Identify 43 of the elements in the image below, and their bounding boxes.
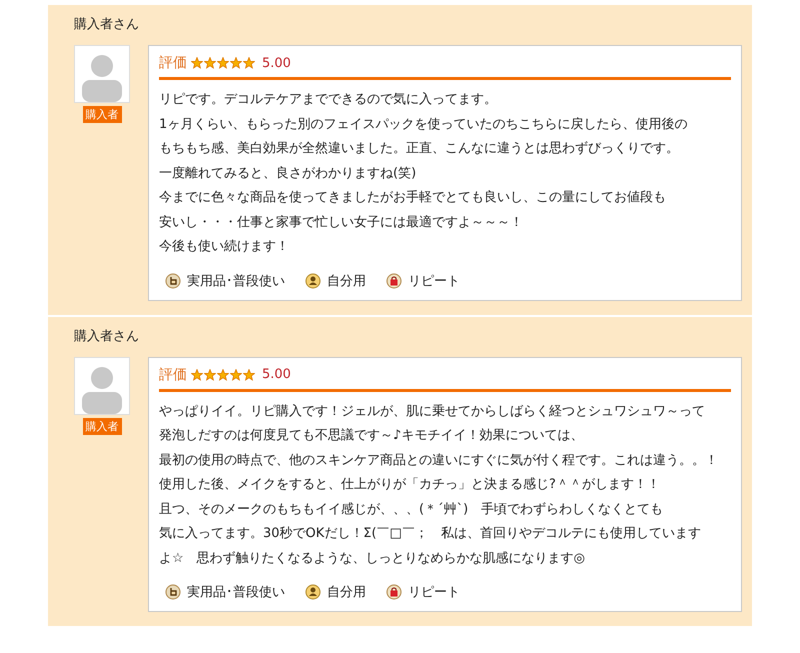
review-text: リピです。デコルテケアまでできるので気に入ってます。 <box>159 91 498 109</box>
star-icon <box>204 368 216 380</box>
person-icon <box>305 584 321 600</box>
review-text: 今までに色々な商品を使ってきましたがお手軽でとても良いし、この量にしてお値段も <box>159 189 667 207</box>
person-icon <box>305 272 321 288</box>
star-icon <box>191 368 203 380</box>
tag-label: リピート <box>408 584 460 601</box>
rating-score: 5.00 <box>262 367 291 382</box>
star-icon <box>243 368 255 380</box>
review-text: 最初の使用の時点で、他のスキンケア商品との違いにすぐに気が付く程です。これは違う。。！ <box>159 452 719 470</box>
tag-label: 自分用 <box>327 584 366 601</box>
buyer-badge: 購入者 <box>82 106 122 123</box>
tag-label: 実用品･普段使い <box>187 584 285 601</box>
review-text: 使用した後、メイクをすると、仕上がりが「カチっ」と決まる感じ?＾＾がします！！ <box>159 476 661 494</box>
review-text: よ☆ 思わず触りたくなるような、しっとりなめらかな肌感になります◎ <box>159 550 586 568</box>
tag-label: リピート <box>408 272 460 290</box>
review-text: 且つ、そのメークのもちもイイ感じが、、、(＊´艸`) 手頃でわずらわしくなくとても <box>159 500 664 518</box>
review-text: 一度離れてみると、良さがわかりますね(笑) <box>159 164 418 182</box>
tag-label: 実用品･普段使い <box>187 272 285 290</box>
review-text: 発泡しだすのは何度見ても不思議です～♪キモチイイ！効果については、 <box>159 427 584 445</box>
review-text: 安いし・・・仕事と家事で忙しい女子には最適ですよ～～～！ <box>159 214 524 232</box>
star-icon <box>217 368 229 380</box>
rating-score: 5.00 <box>262 56 291 70</box>
star-icon <box>230 368 242 380</box>
star-icon <box>217 57 229 69</box>
tag-label: 自分用 <box>327 272 366 290</box>
rating-label: 評価 <box>159 54 187 72</box>
bag-icon <box>386 584 402 600</box>
rating-label: 評価 <box>159 366 187 384</box>
buyer-badge: 購入者 <box>82 418 122 434</box>
review-text: 今後も使い続けます！ <box>159 238 290 256</box>
bag-icon <box>386 272 402 288</box>
review-text: もちもち感、美白効果が全然違いました。正直、こんなに違うとは思わずびっくりです。 <box>159 140 680 158</box>
star-icon <box>243 57 255 69</box>
reviewer-name: 購入者さん <box>74 16 140 33</box>
review-text: やっぱりイイ。リピ購入です！ジェルが、肌に乗せてからしばらく経つとシュワシュワ～って <box>159 402 706 420</box>
review-text: 気に入ってます。30秒でOKだし！Σ(￣□￣； 私は、首回りやデコルテにも使用しています <box>159 525 702 543</box>
reviewer-name: 購入者さん <box>74 328 140 344</box>
star-icon <box>230 57 242 69</box>
review-text: 1ヶ月くらい、もらった別のフェイスパックを使っていたのちこちらに戻したら、使用後の <box>159 116 688 134</box>
avatar-icon <box>80 52 124 102</box>
star-icon <box>204 57 216 69</box>
star-icon <box>191 57 203 69</box>
